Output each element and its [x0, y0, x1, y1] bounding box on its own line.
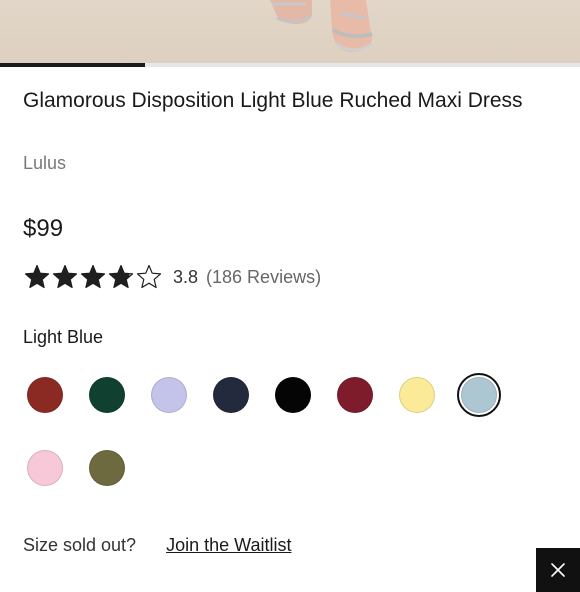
selected-color-label: Light Blue [23, 327, 104, 347]
color-swatch-lavender[interactable] [151, 377, 187, 413]
color-swatch-burgundy[interactable] [337, 377, 373, 413]
close-button[interactable] [536, 548, 580, 592]
color-swatch-navy[interactable] [213, 377, 249, 413]
carousel-progress-fill [0, 63, 145, 67]
product-brand[interactable]: Lulus [23, 153, 66, 174]
product-price: $99 [23, 215, 64, 242]
color-swatch-rust[interactable] [27, 377, 63, 413]
star-filled-icon [52, 264, 78, 289]
model-feet-image [270, 0, 373, 52]
star-empty-icon [136, 264, 162, 289]
size-sold-out-text: Size sold out? [23, 535, 137, 555]
star-filled-icon [80, 264, 106, 289]
reviews-count-link[interactable]: (186 Reviews) [206, 267, 321, 288]
carousel-progress-bar [0, 63, 580, 67]
product-title: Glamorous Disposition Light Blue Ruched … [23, 89, 523, 112]
star-partial-icon [108, 264, 134, 289]
rating-value: 3.8 [173, 266, 199, 287]
product-image[interactable] [0, 0, 580, 64]
color-swatch-yellow[interactable] [399, 377, 435, 413]
star-filled-icon [24, 264, 50, 289]
rating-stars [23, 263, 163, 291]
color-swatch-dark-green[interactable] [89, 377, 125, 413]
product-rating[interactable]: 3.8 (186 Reviews) [23, 263, 321, 291]
color-swatch-pink[interactable] [27, 450, 63, 486]
color-swatch-light-blue[interactable] [461, 377, 497, 413]
waitlist-row: Size sold out? Join the Waitlist [23, 535, 291, 556]
close-icon [551, 563, 565, 577]
color-swatch-black[interactable] [275, 377, 311, 413]
color-swatch-olive[interactable] [89, 450, 125, 486]
join-waitlist-link[interactable]: Join the Waitlist [166, 535, 291, 556]
